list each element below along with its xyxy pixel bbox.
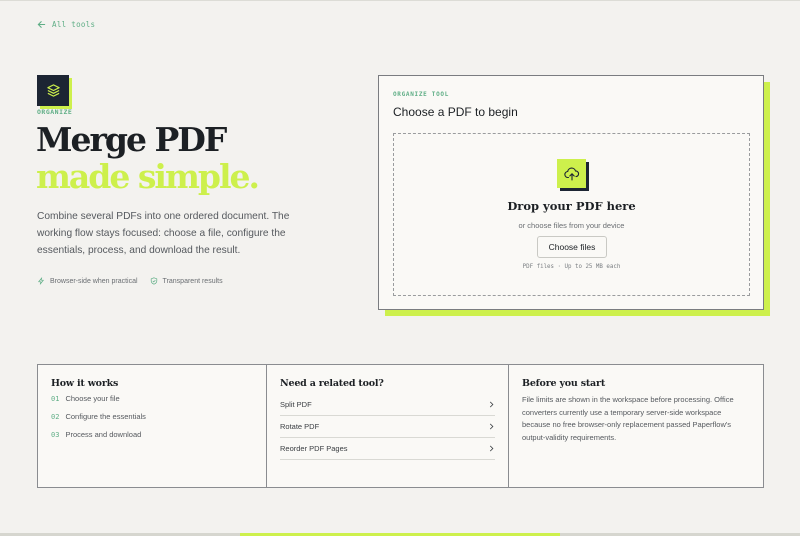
back-link[interactable]: All tools [37,20,95,29]
chevron-right-icon [489,401,494,408]
related-tool-reorder-pages[interactable]: Reorder PDF Pages [280,438,495,460]
before-you-start-panel: Before you start File limits are shown i… [508,365,763,487]
related-tool-label: Rotate PDF [280,422,320,431]
upload-title: Choose a PDF to begin [393,105,518,119]
dropzone-title: Drop your PDF here [507,199,636,213]
step-number: 01 [51,395,60,403]
related-tool-split-pdf[interactable]: Split PDF [280,394,495,416]
category-label: ORGANIZE [37,108,73,116]
step-item: 02 Configure the essentials [51,412,253,430]
step-item: 01 Choose your file [51,394,253,412]
related-tool-label: Reorder PDF Pages [280,444,348,453]
upload-eyebrow: ORGANIZE TOOL [393,91,450,98]
step-item: 03 Process and download [51,430,253,448]
pdf-dropzone[interactable]: Drop your PDF here or choose files from … [393,133,750,296]
how-it-works-title: How it works [51,378,119,389]
related-tools-title: Need a related tool? [280,378,384,389]
chevron-right-icon [489,423,494,430]
feature-badges: Browser-side when practical Transparent … [37,277,223,285]
badge-transparent: Transparent results [150,277,223,285]
step-number: 03 [51,431,60,439]
top-divider [0,0,800,1]
related-tools-panel: Need a related tool? Split PDF Rotate PD… [266,365,508,487]
arrow-left-icon [37,20,46,29]
related-tool-label: Split PDF [280,400,312,409]
page-title: Merge PDF made simple. [36,120,260,196]
dropzone-subtitle: or choose files from your device [518,221,625,230]
upload-card: ORGANIZE TOOL Choose a PDF to begin Drop… [378,75,764,310]
step-label: Process and download [65,430,142,439]
step-number: 02 [51,413,60,421]
shield-check-icon [150,277,157,285]
hero-description: Combine several PDFs into one ordered do… [37,211,290,256]
step-label: Configure the essentials [65,412,146,421]
badge-label: Browser-side when practical [50,277,138,285]
page-title-line-2: made simple. [36,157,260,196]
file-limit-note: PDF files · Up to 25 MB each [522,264,621,270]
back-link-label: All tools [52,20,96,29]
choose-files-button[interactable]: Choose files [537,236,607,258]
info-panels: How it works 01 Choose your file 02 Conf… [37,364,764,488]
before-you-start-title: Before you start [522,378,606,389]
step-label: Choose your file [65,394,120,403]
chevron-right-icon [489,445,494,452]
before-you-start-text: File limits are shown in the workspace b… [522,395,734,442]
related-tool-rotate-pdf[interactable]: Rotate PDF [280,416,495,438]
bolt-icon [38,277,44,285]
layers-icon [37,75,69,106]
cloud-upload-icon [557,159,586,188]
how-it-works-panel: How it works 01 Choose your file 02 Conf… [38,365,266,487]
badge-browser-side: Browser-side when practical [37,277,138,285]
badge-label: Transparent results [162,277,223,285]
page-title-line-1: Merge PDF [36,120,227,159]
